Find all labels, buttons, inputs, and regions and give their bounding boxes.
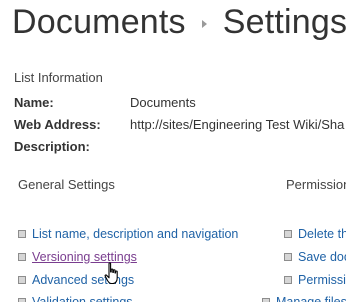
- save-as-template-link[interactable]: Save doc: [298, 249, 346, 265]
- square-bullet-icon: [284, 253, 292, 261]
- chevron-right-icon: [201, 1, 209, 43]
- square-bullet-icon: [18, 298, 26, 302]
- square-bullet-icon: [18, 276, 26, 284]
- versioning-settings-link[interactable]: Versioning settings: [32, 249, 137, 265]
- name-label: Name:: [14, 95, 54, 110]
- permissions-heading: Permission: [286, 177, 346, 192]
- general-settings-heading: General Settings: [18, 177, 115, 192]
- square-bullet-icon: [18, 253, 26, 261]
- validation-settings-link[interactable]: Validation settings: [32, 294, 133, 302]
- manage-files-link[interactable]: Manage files: [276, 294, 346, 302]
- list-information-heading: List Information: [14, 70, 103, 85]
- square-bullet-icon: [284, 276, 292, 284]
- description-label: Description:: [14, 139, 90, 154]
- square-bullet-icon: [262, 298, 270, 302]
- square-bullet-icon: [284, 230, 292, 238]
- list-settings-page: Documents Settings List Information Name:…: [0, 0, 346, 302]
- breadcrumb-documents[interactable]: Documents: [12, 1, 186, 43]
- name-value: Documents: [130, 95, 196, 110]
- page-title: Documents Settings: [12, 1, 346, 45]
- web-address-value: http://sites/Engineering Test Wiki/Sha: [130, 117, 345, 132]
- advanced-settings-link[interactable]: Advanced settings: [32, 272, 134, 288]
- delete-this-list-link[interactable]: Delete th: [298, 226, 346, 242]
- breadcrumb-settings: Settings: [222, 3, 346, 41]
- clipped-row: Validation settings Manage files: [0, 294, 346, 302]
- web-address-label: Web Address:: [14, 117, 101, 132]
- permissions-for-list-link[interactable]: Permissic: [298, 272, 346, 288]
- square-bullet-icon: [18, 230, 26, 238]
- list-name-description-navigation-link[interactable]: List name, description and navigation: [32, 226, 238, 242]
